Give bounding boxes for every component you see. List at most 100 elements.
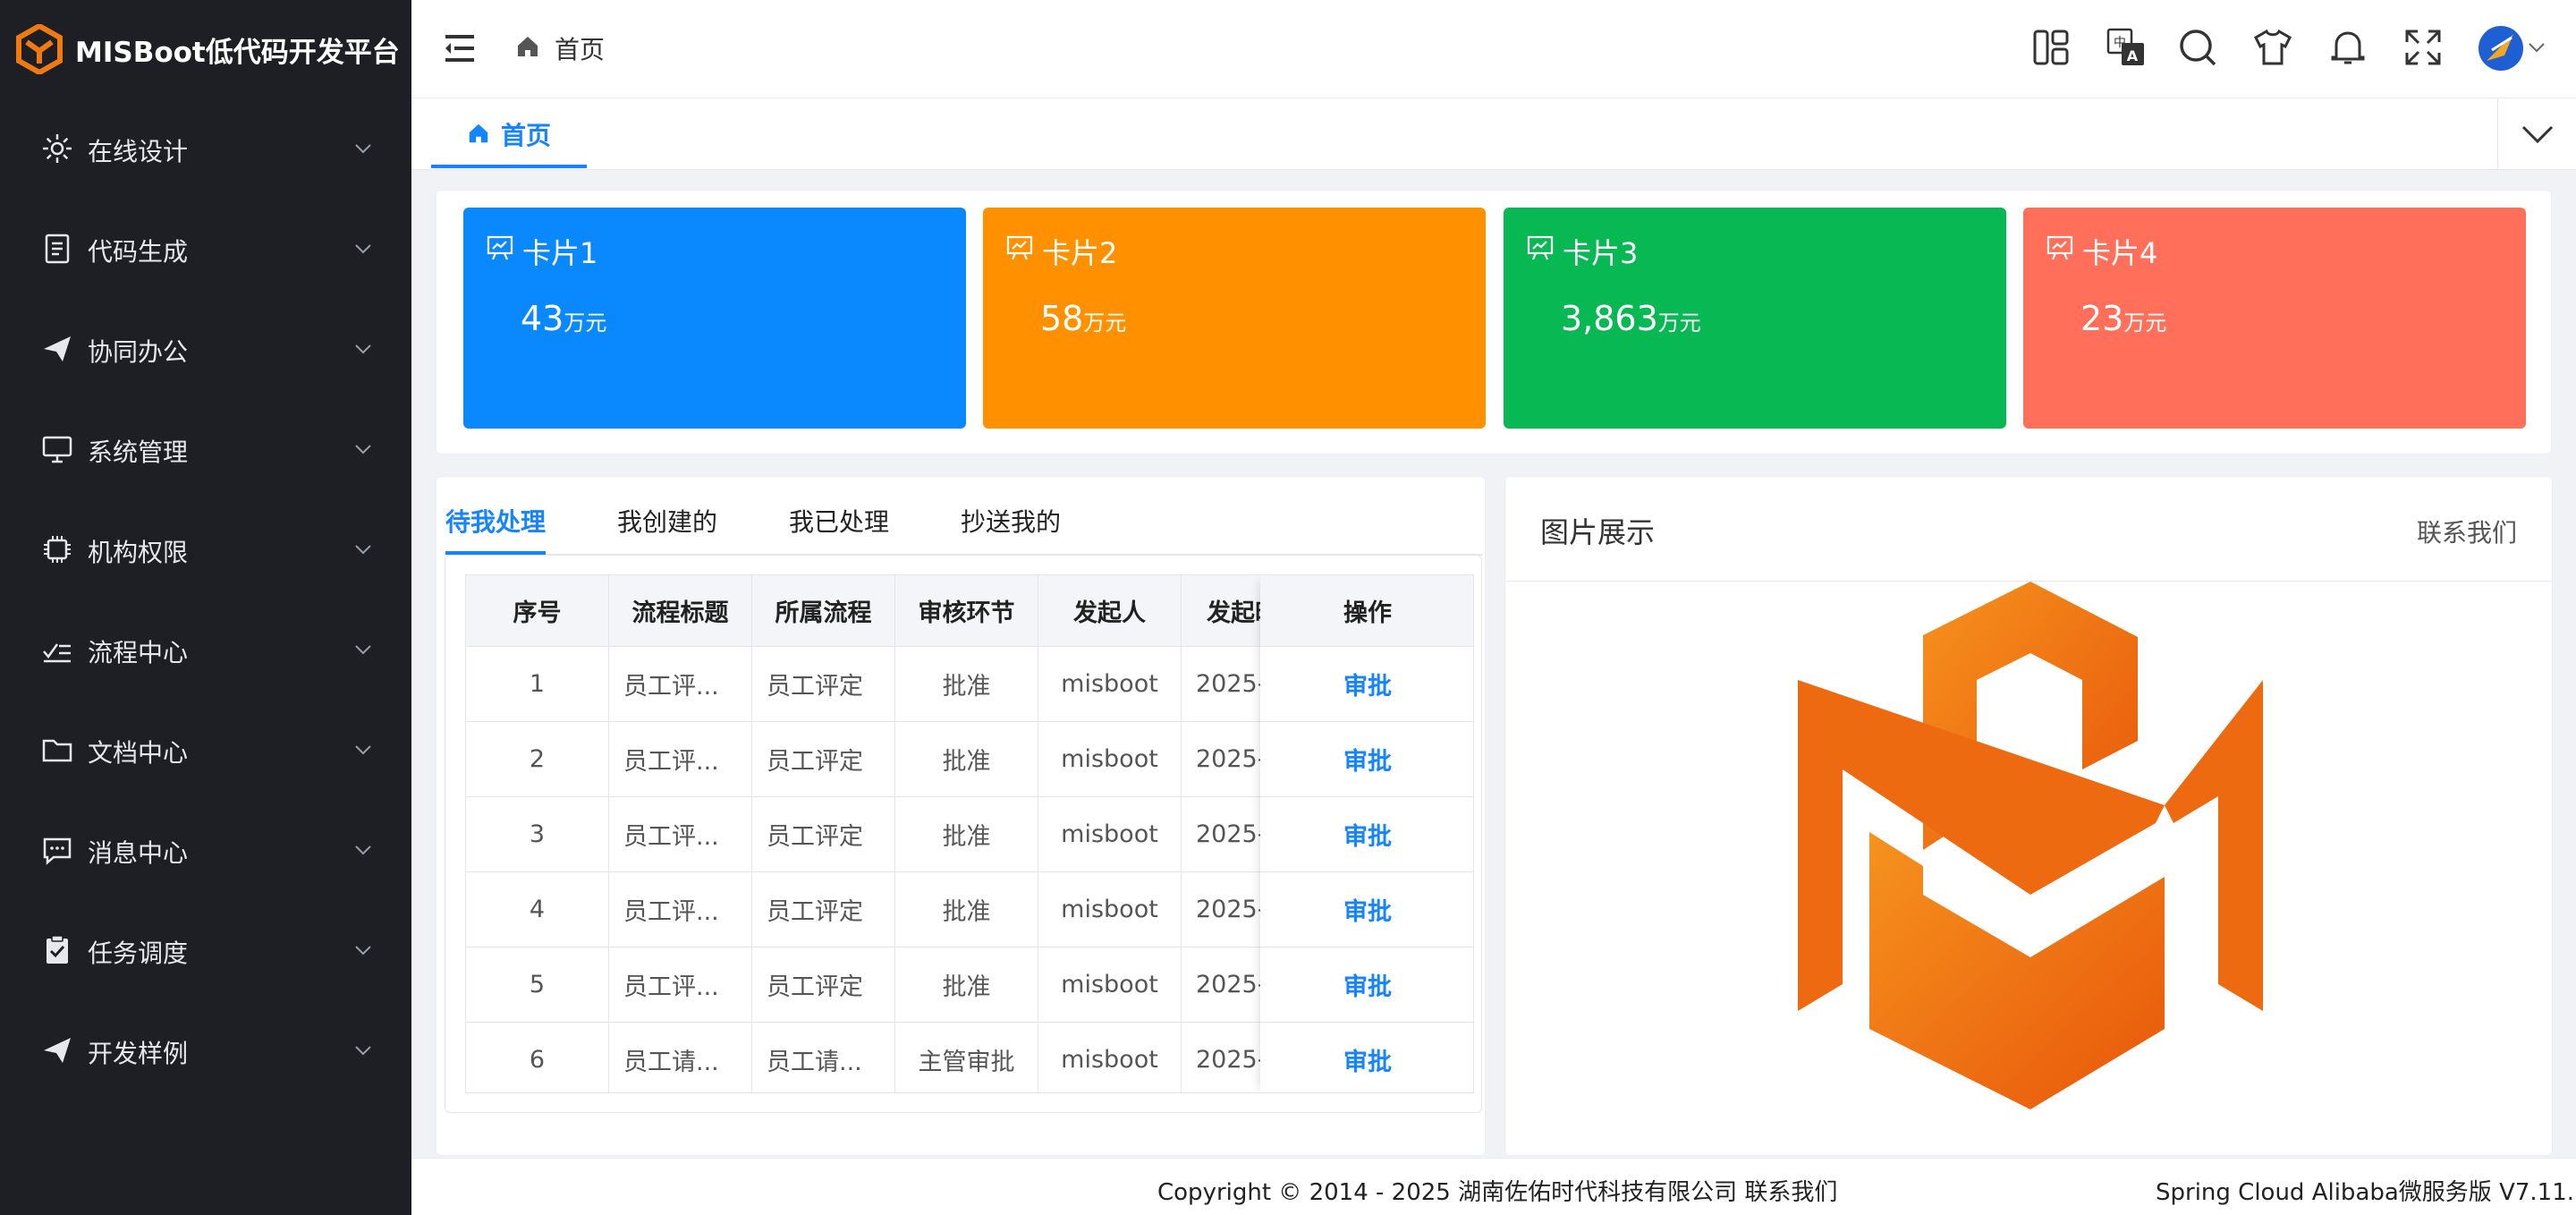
gear-icon <box>43 134 72 163</box>
sidebar-item-task-schedule[interactable]: 任务调度 <box>0 900 411 1000</box>
card-unit: 万元 <box>564 310 607 336</box>
stat-card-2[interactable]: 卡片2 58万元 <box>983 208 1486 429</box>
table-cell: 批准 <box>895 872 1038 947</box>
table-cell: 员工评... <box>609 647 752 722</box>
breadcrumb[interactable]: 首页 <box>555 30 605 66</box>
sidebar-item-system-mgmt[interactable]: 系统管理 <box>0 399 411 499</box>
table-cell: 员工评定 <box>752 647 895 722</box>
menu-collapse-icon[interactable] <box>442 32 478 64</box>
table-cell: misboot <box>1038 1023 1182 1092</box>
table-cell: 员工评... <box>609 722 752 797</box>
monitor-icon <box>42 436 72 463</box>
chip-icon <box>44 536 71 563</box>
tab-active-indicator <box>431 165 587 168</box>
table-cell: 6 <box>466 1023 609 1092</box>
avatar[interactable] <box>2478 25 2524 72</box>
chart-board-icon <box>1006 235 1033 260</box>
approve-link[interactable]: 审批 <box>1260 797 1473 872</box>
table-cell: 批准 <box>895 797 1038 872</box>
chart-board-icon <box>2046 235 2073 260</box>
table-cell: 员工评定 <box>752 872 895 947</box>
fullscreen-icon[interactable] <box>2402 27 2444 68</box>
stat-card-3[interactable]: 卡片3 3,863万元 <box>1504 208 2006 429</box>
tab-home[interactable]: 首页 <box>431 98 587 170</box>
approve-link[interactable]: 审批 <box>1260 647 1473 722</box>
chevron-down-icon <box>2521 125 2554 144</box>
sidebar-item-label: 机构权限 <box>88 538 189 567</box>
approve-link[interactable]: 审批 <box>1260 1023 1473 1092</box>
sidebar-item-label: 消息中心 <box>88 838 189 868</box>
layout-icon[interactable] <box>2030 27 2072 68</box>
tab-label: 首页 <box>501 121 552 150</box>
image-panel-header <box>1504 476 2553 582</box>
chart-board-icon <box>1527 235 1554 260</box>
bell-icon[interactable] <box>2327 27 2368 68</box>
footer-copyright: Copyright © 2014 - 2025 湖南佐佑时代科技有限公司 联系我… <box>1157 1179 1838 1206</box>
column-header[interactable]: 操作 <box>1260 575 1473 647</box>
chevron-down-icon <box>355 745 371 755</box>
sidebar-item-label: 协同办公 <box>88 337 189 367</box>
sidebar-item-label: 系统管理 <box>88 438 189 467</box>
column-header[interactable]: 审核环节 <box>895 575 1038 647</box>
folder-icon <box>42 739 72 762</box>
card-unit: 万元 <box>1083 310 1127 336</box>
card-value: 58万元 <box>1040 299 1127 338</box>
sidebar-item-message-center[interactable]: 消息中心 <box>0 800 411 900</box>
tab-processed[interactable]: 我已处理 <box>789 503 889 539</box>
tab-cc[interactable]: 抄送我的 <box>961 503 1061 539</box>
chevron-down-icon <box>355 445 371 455</box>
chevron-down-icon <box>355 1046 371 1056</box>
card-title: 卡片1 <box>522 236 598 270</box>
sidebar-item-label: 在线设计 <box>88 137 189 166</box>
table-cell: 批准 <box>895 947 1038 1023</box>
sidebar-item-dev-samples[interactable]: 开发样例 <box>0 1000 411 1100</box>
column-header[interactable]: 所属流程 <box>752 575 895 647</box>
chat-icon <box>43 837 72 865</box>
misboot-logo-icon <box>16 24 63 74</box>
top-header <box>411 0 2576 98</box>
app-logo-area[interactable]: MISBoot低代码开发平台 <box>0 0 411 98</box>
home-icon <box>469 123 488 143</box>
column-header[interactable]: 流程标题 <box>609 575 752 647</box>
table-cell: misboot <box>1038 722 1182 797</box>
approve-link[interactable]: 审批 <box>1260 872 1473 947</box>
stat-card-4[interactable]: 卡片4 23万元 <box>2023 208 2526 429</box>
table-cell: 员工评定 <box>752 947 895 1023</box>
card-title: 卡片4 <box>2082 236 2158 270</box>
chevron-down-icon <box>355 144 371 154</box>
svg-text:A: A <box>2127 47 2139 64</box>
tab-pending[interactable]: 待我处理 <box>445 503 546 539</box>
table-cell: 员工请... <box>752 1023 895 1092</box>
card-title: 卡片2 <box>1042 236 1118 270</box>
table-cell: 员工评... <box>609 872 752 947</box>
approve-link[interactable]: 审批 <box>1260 947 1473 1023</box>
tab-dropdown-button[interactable] <box>2497 98 2576 170</box>
sidebar-item-org-permission[interactable]: 机构权限 <box>0 499 411 599</box>
app-title: MISBoot低代码开发平台 <box>75 36 400 69</box>
search-icon[interactable] <box>2177 27 2218 68</box>
sidebar-item-collab-office[interactable]: 协同办公 <box>0 299 411 399</box>
table-cell: 员工评... <box>609 797 752 872</box>
table-cell: misboot <box>1038 872 1182 947</box>
tshirt-icon[interactable] <box>2252 27 2293 68</box>
tab-created[interactable]: 我创建的 <box>617 503 717 539</box>
sidebar-item-flow-center[interactable]: 流程中心 <box>0 599 411 700</box>
chevron-down-icon <box>355 344 371 354</box>
contact-us-link[interactable]: 联系我们 <box>2417 514 2517 549</box>
table-cell: 批准 <box>895 722 1038 797</box>
column-header[interactable]: 发起人 <box>1038 575 1182 647</box>
sidebar-item-code-gen[interactable]: 代码生成 <box>0 199 411 299</box>
translate-icon[interactable]: A中 <box>2106 27 2147 68</box>
approve-link[interactable]: 审批 <box>1260 722 1473 797</box>
chevron-down-icon[interactable] <box>2528 41 2546 54</box>
sidebar-item-online-design[interactable]: 在线设计 <box>0 98 411 199</box>
chevron-down-icon <box>355 845 371 855</box>
card-value: 23万元 <box>2080 299 2167 338</box>
task-table: 序号 流程标题 所属流程 审核环节 发起人 发起时 1 员工评... 员工评定 … <box>465 574 1474 1093</box>
column-header[interactable]: 序号 <box>466 575 609 647</box>
chevron-down-icon <box>355 645 371 655</box>
stat-card-1[interactable]: 卡片1 43万元 <box>463 208 966 429</box>
paper-plane-icon <box>44 1038 71 1063</box>
misboot-logo-image <box>1798 582 2263 1109</box>
sidebar-item-doc-center[interactable]: 文档中心 <box>0 700 411 800</box>
